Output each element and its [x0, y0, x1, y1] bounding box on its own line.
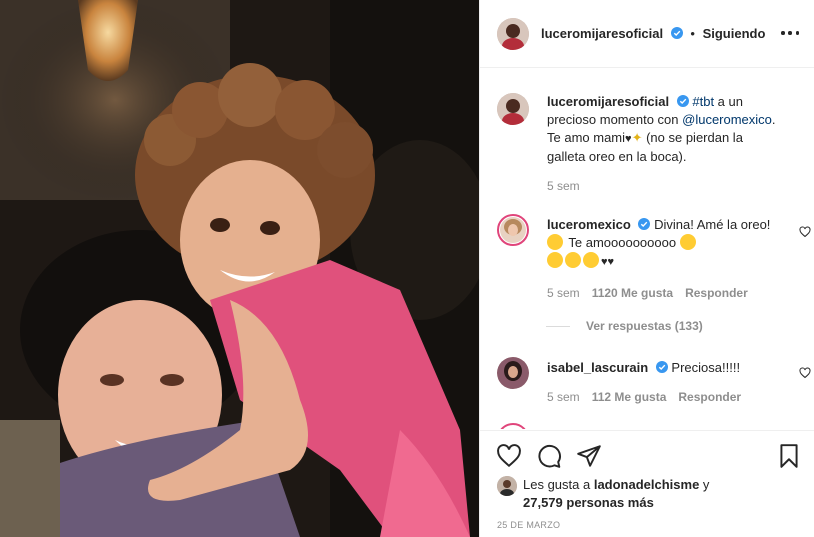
liker-username[interactable]: ladonadelchisme [594, 477, 699, 492]
action-bar [480, 430, 814, 480]
comment-username[interactable]: isabel_lascurain [547, 360, 648, 375]
commenter-avatar[interactable] [497, 357, 529, 389]
verified-icon [638, 218, 651, 230]
comment-time[interactable]: 5 sem [547, 286, 580, 300]
comment-username[interactable]: luceromexico [547, 217, 631, 232]
comment-segment: Preciosa!!!!! [671, 360, 741, 375]
likes-suffix: y [699, 477, 710, 492]
comment-like-heart-icon[interactable] [799, 367, 811, 379]
post-photo-image [0, 0, 479, 537]
commenter-avatar[interactable] [497, 214, 529, 246]
separator-dot: • [690, 26, 695, 41]
yum-emoji-icon [547, 234, 563, 250]
author-username[interactable]: luceromijaresoficial [541, 26, 663, 41]
caption-avatar[interactable] [497, 93, 529, 125]
comment-likes[interactable]: 1120 Me gusta [592, 286, 673, 300]
more-options-icon[interactable] [781, 24, 799, 42]
heart-icon[interactable] [496, 443, 522, 469]
comments-section: luceromijaresoficial #tbt a un precioso … [480, 69, 814, 429]
post-sidebar: luceromijaresoficial • Siguiendo lucerom… [479, 0, 814, 537]
comment-likes[interactable]: 112 Me gusta [592, 390, 667, 404]
likes-summary: Les gusta a ladonadelchisme y 27,579 per… [497, 476, 797, 512]
comment-time[interactable]: 5 sem [547, 390, 580, 404]
comment-segment: Divina! Amé la oreo! [654, 217, 771, 232]
likes-others[interactable]: 27,579 personas más [523, 495, 654, 510]
post-photo[interactable] [0, 0, 479, 537]
view-replies-button[interactable]: Ver respuestas (133) [546, 319, 703, 333]
following-button[interactable]: Siguiendo [703, 26, 766, 41]
comment-text: luceromexico Divina! Amé la oreo! Te amo… [547, 216, 782, 271]
next-commenter-avatar[interactable] [497, 423, 529, 429]
mention-link[interactable]: @luceromexico [682, 112, 772, 127]
verified-icon [655, 361, 668, 373]
author-avatar[interactable] [497, 17, 529, 50]
liker-avatar[interactable] [497, 476, 517, 496]
verified-icon [676, 95, 689, 107]
view-replies-label: Ver respuestas (133) [586, 319, 703, 333]
caption-username[interactable]: luceromijaresoficial [547, 94, 669, 109]
hashtag-link[interactable]: #tbt [692, 94, 714, 109]
post-date[interactable]: 25 DE MARZO [497, 520, 560, 530]
heart-eyes-emoji-icon [547, 252, 563, 268]
reply-button[interactable]: Responder [685, 286, 748, 300]
likes-prefix: Les gusta a [523, 477, 594, 492]
likes-text: Les gusta a ladonadelchisme y 27,579 per… [523, 476, 709, 512]
share-icon[interactable] [576, 443, 602, 469]
comment-icon[interactable] [536, 443, 562, 469]
comment-meta: 5 sem 112 Me gusta Responder [547, 390, 741, 404]
header-info: luceromijaresoficial • Siguiendo [541, 26, 765, 41]
heart-eyes-emoji-icon [565, 252, 581, 268]
comment-like-heart-icon[interactable] [799, 226, 811, 238]
replies-divider [546, 325, 570, 327]
sparkle-emoji-icon: ✦ [631, 130, 643, 145]
comment-text: isabel_lascurain Preciosa!!!!! [547, 359, 782, 377]
caption-meta: 5 sem [547, 179, 580, 193]
caption-text: luceromijaresoficial #tbt a un precioso … [547, 93, 782, 166]
reply-button[interactable]: Responder [678, 390, 741, 404]
heart-eyes-emoji-icon [583, 252, 599, 268]
caption-time[interactable]: 5 sem [547, 179, 580, 193]
comment-meta: 5 sem 1120 Me gusta Responder [547, 286, 748, 300]
post-header: luceromijaresoficial • Siguiendo [480, 0, 814, 68]
comment-segment: Te amoooooooooo [565, 235, 680, 250]
bookmark-icon[interactable] [776, 443, 802, 469]
verified-icon [670, 27, 683, 39]
black-hearts-emoji-icon: ♥♥ [601, 256, 615, 268]
heart-eyes-emoji-icon [679, 234, 696, 250]
